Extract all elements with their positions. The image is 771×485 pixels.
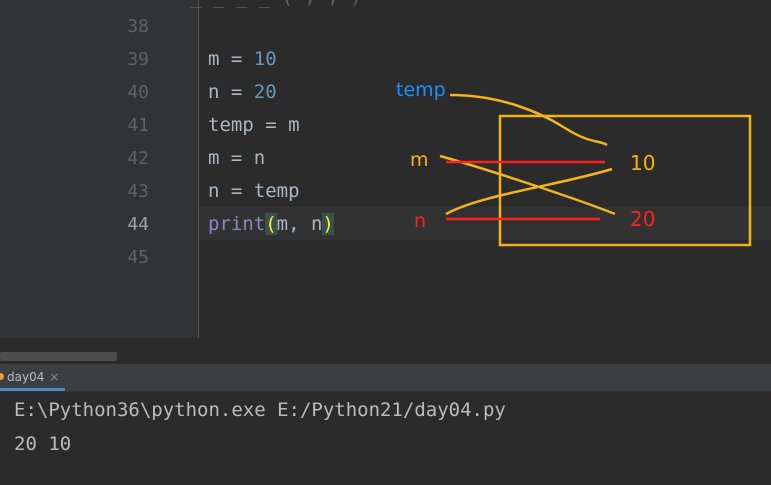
console-command-line: E:\Python36\python.exe E:/Python21/day04… [14,399,506,421]
line-number-active: 44 [127,214,149,235]
code-line-39[interactable]: m = 10 [208,43,277,76]
console-output-line: 20 10 [14,433,72,455]
python-file-icon [0,373,4,380]
code-line-43[interactable]: n = temp [208,175,300,208]
run-tab-label: day04 [7,370,45,384]
code-line-42[interactable]: m = n [208,142,265,175]
run-tab-day04[interactable]: day04 × [0,364,66,391]
close-icon[interactable]: × [49,370,59,384]
line-number: 41 [127,115,149,136]
line-number: 39 [127,49,149,70]
editor-left-strip [0,0,119,348]
run-tool-window-tabs [0,364,771,392]
line-number: 38 [127,16,149,37]
code-line-41[interactable]: temp = m [208,109,300,142]
scrollbar-thumb[interactable] [0,352,117,361]
code-line-40[interactable]: n = 20 [208,76,277,109]
gutter-separator [198,0,199,338]
line-number: 42 [127,148,149,169]
line-number: 40 [127,82,149,103]
line-number: 43 [127,181,149,202]
code-line-44[interactable]: print(m, n) [208,208,334,241]
partial-code-line: _ _ _ _ ( , , ) [190,0,362,8]
line-number: 45 [127,247,149,268]
